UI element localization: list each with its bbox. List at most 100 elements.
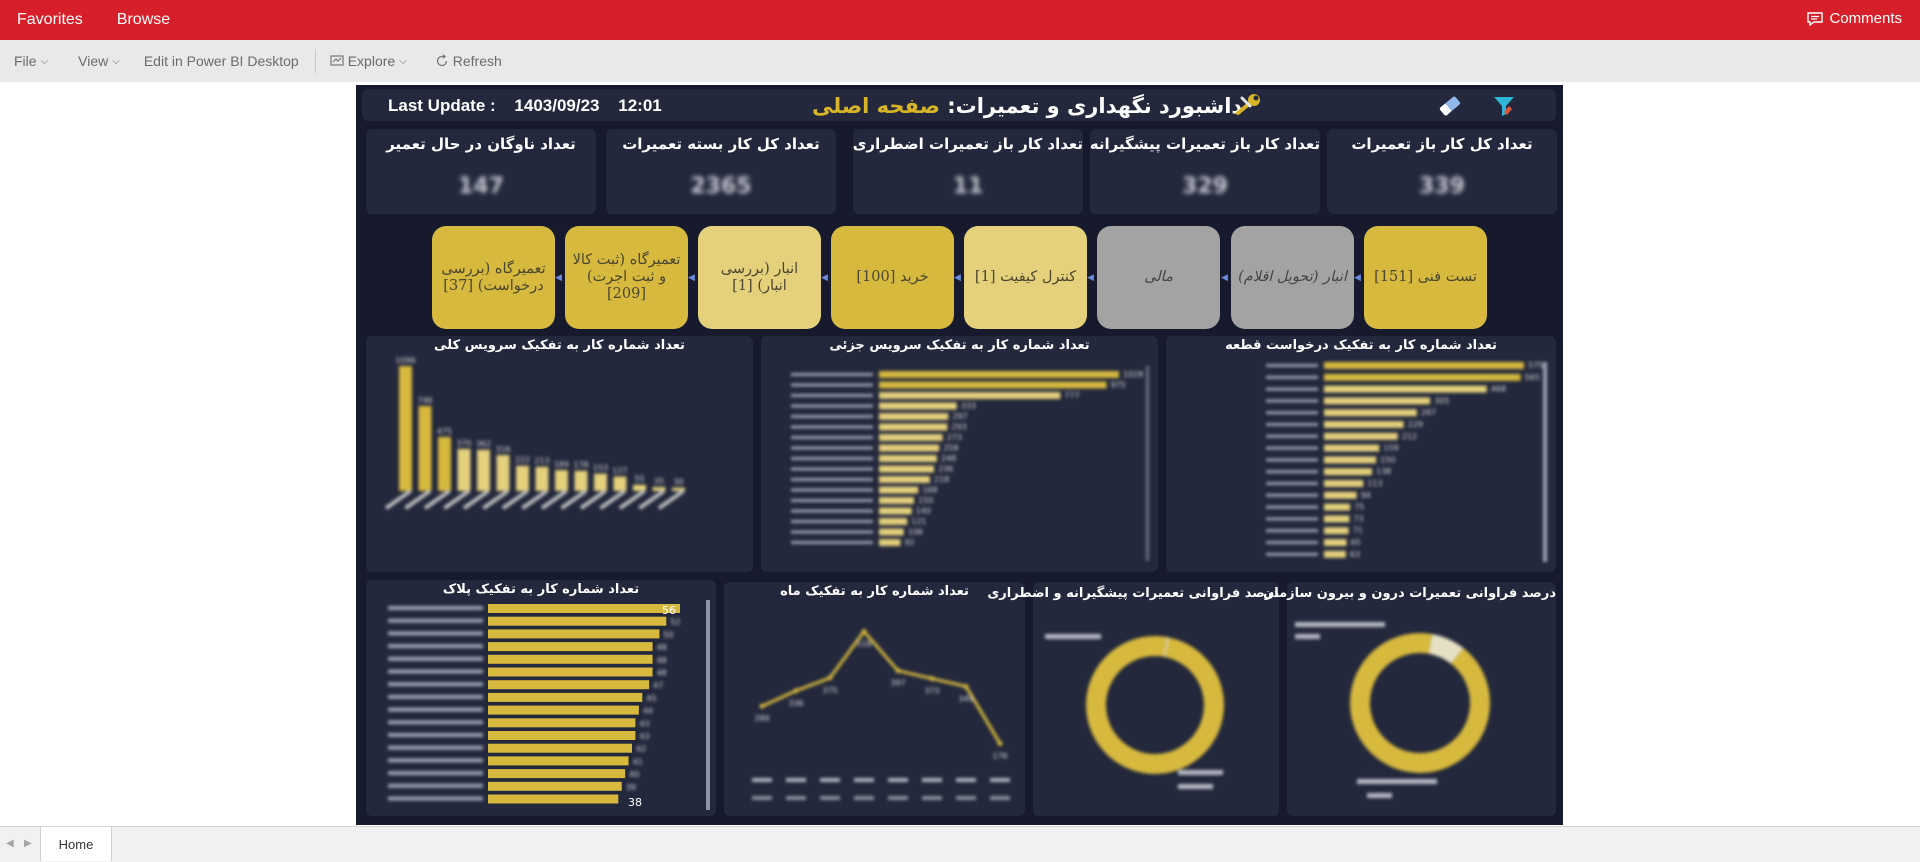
- edit-in-desktop-button[interactable]: Edit in Power BI Desktop: [144, 53, 299, 69]
- x-label-blur: [922, 796, 942, 800]
- kpi-title: تعداد کار باز تعمیرات پیشگیرانه: [1089, 135, 1320, 153]
- workflow-step-quality-control[interactable]: کنترل کیفیت [1]: [964, 226, 1087, 329]
- bar: [488, 743, 632, 753]
- data-label: 222: [515, 456, 530, 465]
- view-menu[interactable]: View ⌵: [78, 53, 120, 69]
- refresh-label: Refresh: [452, 53, 502, 69]
- arrow-left-icon: ◀: [688, 273, 695, 283]
- tab-home[interactable]: Home: [40, 827, 112, 861]
- chart-inside-outside[interactable]: درصد فراوانی تعمیرات درون و بیرون سازمان: [1263, 582, 1556, 816]
- chart-part-request[interactable]: تعداد شماره کار به تفکیک درخواست قطعه 57…: [1166, 336, 1556, 572]
- bar: [879, 476, 930, 483]
- x-tick-blur: [752, 778, 772, 782]
- chart-service-detail[interactable]: تعداد شماره کار به تفکیک سرویس جزئی 1028…: [761, 336, 1158, 572]
- favorites-link[interactable]: Favorites: [17, 11, 83, 29]
- page-tab-bar: ◀ ▶ Home: [0, 826, 1920, 862]
- axis-label-blur: [1266, 375, 1318, 379]
- x-label-blur: [956, 796, 976, 800]
- data-label: 213: [534, 457, 549, 466]
- plate-row: [388, 656, 483, 661]
- service-general-bar-chart: 1096 746 475 370 362 316 222 213 184 178 153 127 55 3…: [384, 356, 685, 510]
- next-page-icon[interactable]: ▶: [24, 838, 32, 849]
- refresh-button[interactable]: Refresh: [435, 53, 502, 69]
- month-line-chart: 289 336 375 516 397 373 349 176: [752, 628, 1010, 800]
- data-label: 293: [951, 423, 966, 432]
- data-label: 153: [593, 464, 608, 473]
- axis-label-blur: [1266, 423, 1318, 426]
- data-label: 168: [922, 486, 937, 495]
- slice: [1086, 636, 1224, 774]
- browse-link[interactable]: Browse: [117, 11, 170, 29]
- data-label: 575: [1528, 361, 1543, 370]
- slice-label-blur: [1178, 770, 1223, 775]
- bar: [1324, 432, 1398, 440]
- bar: [488, 604, 680, 613]
- bar: [879, 539, 901, 546]
- plate-label-blur: [388, 771, 483, 776]
- axis-label-blur: [791, 425, 873, 429]
- bar: [1324, 444, 1380, 452]
- plate-label-blur: [388, 796, 483, 801]
- workflow-step-workshop-register[interactable]: تعمیرگاه (ثبت کالا و ثبت اجرت) [209]: [565, 226, 688, 329]
- plate-top-value: 56: [662, 604, 676, 617]
- bar: [879, 381, 1107, 389]
- data-label: 305: [1434, 396, 1449, 405]
- workflow-step-warehouse-review[interactable]: انبار (بررسی انبار) [1]: [698, 226, 821, 329]
- x-tick-blur: [854, 778, 874, 782]
- workflow-step-finance[interactable]: مالی: [1097, 226, 1220, 329]
- axis-label-blur: [1266, 552, 1318, 556]
- workflow-step-warehouse-delivery[interactable]: انبار (تحویل اقلام): [1231, 226, 1354, 329]
- slice-label-blur: [1178, 784, 1213, 789]
- plate-row: [388, 644, 483, 649]
- axis-label-blur: [791, 478, 873, 481]
- prev-page-icon[interactable]: ◀: [6, 838, 14, 849]
- plate-row: [388, 682, 483, 687]
- filter-icon[interactable]: [1492, 94, 1516, 118]
- plate-bar-chart: 52 50 48 48 48 47 45 44 43 43 42 41 40 39 56 38: [388, 600, 710, 810]
- axis-label-blur: [1266, 493, 1318, 497]
- plate-row: [388, 694, 483, 699]
- chart-preventive-emergency[interactable]: درصد فراوانی تعمیرات پیشگیرانه و اضطراری: [987, 582, 1279, 816]
- bar: [879, 413, 949, 420]
- data-label: 777: [1064, 391, 1079, 400]
- chevron-down-icon: ⌵: [40, 55, 49, 67]
- point: [827, 675, 833, 681]
- data-label: 73: [1353, 514, 1363, 523]
- eraser-icon[interactable]: [1437, 94, 1463, 118]
- data-label: 375: [822, 686, 837, 695]
- data-label: 349: [958, 694, 973, 703]
- chart-service-general[interactable]: تعداد شماره کار به تفکیک سرویس کلی 1096 7…: [366, 336, 753, 572]
- x-tick-blur: [956, 778, 976, 782]
- bar: [1324, 385, 1487, 393]
- chart-month[interactable]: تعداد شماره کار به تفکیک ماه 289 336 375 51…: [724, 582, 1025, 816]
- arrow-left-icon: ◀: [1354, 273, 1361, 283]
- axis-label-blur: [791, 530, 873, 534]
- workflow-step-workshop-review[interactable]: تعمیرگاه (بررسی درخواست) [37]: [432, 226, 555, 329]
- explore-menu[interactable]: Explore ⌵: [330, 53, 407, 69]
- bar: [488, 794, 619, 804]
- data-label: 44: [643, 707, 653, 716]
- comments-button[interactable]: Comments: [1807, 10, 1902, 27]
- last-update-date: 1403/09/23: [514, 96, 600, 115]
- arrow-left-icon: ◀: [555, 273, 562, 283]
- plate-label-blur: [388, 656, 483, 661]
- file-menu[interactable]: File ⌵: [14, 53, 48, 69]
- last-update: Last Update : 1403/09/23 12:01: [388, 96, 676, 116]
- part-request-bar-chart: 575 565 468 305 267 229 212 159 150 138 113 94 75 73 7…: [1266, 361, 1547, 562]
- workflow-step-technical-test[interactable]: تست فنی [151]: [1364, 226, 1487, 329]
- kpi-value: 339: [1419, 174, 1465, 199]
- axis-label-blur: [791, 394, 873, 397]
- bar: [879, 402, 957, 410]
- data-label: 47: [653, 681, 663, 690]
- data-label: 40: [629, 770, 639, 779]
- kpi-closed-total: تعداد کل کار بسته تعمیرات 2365: [606, 129, 836, 214]
- data-label: 218: [934, 475, 949, 484]
- data-label: 52: [670, 618, 680, 627]
- bar: [1324, 468, 1372, 476]
- workflow-step-purchase[interactable]: خرید [100]: [831, 226, 954, 329]
- data-label: 316: [495, 445, 510, 454]
- bar: [1324, 456, 1377, 464]
- chart-plate[interactable]: تعداد شماره کار به تفکیک پلاک 52 50 48 48 48…: [366, 580, 716, 816]
- data-label: 48: [657, 643, 667, 652]
- slice: [1350, 633, 1490, 773]
